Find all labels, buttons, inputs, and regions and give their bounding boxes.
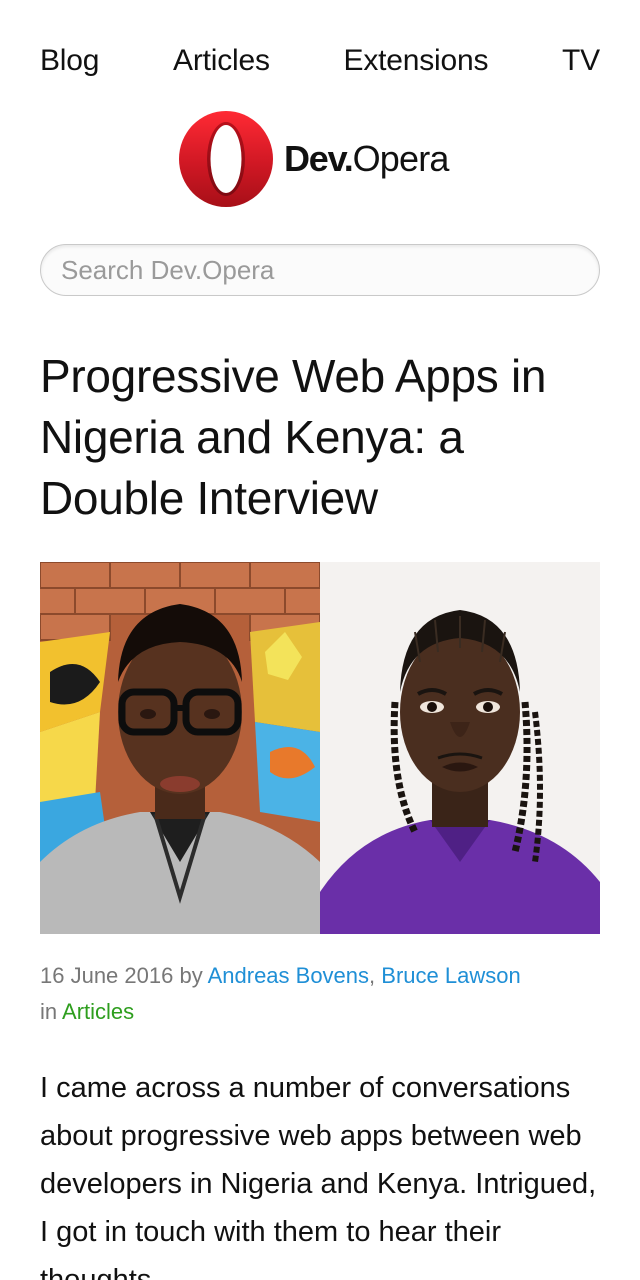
hero-image xyxy=(40,562,600,934)
logo-text-bold: Dev. xyxy=(284,138,354,179)
meta-by-text: by xyxy=(173,963,208,988)
nav-articles-link[interactable]: Articles xyxy=(173,44,270,78)
portrait-right-image xyxy=(320,562,600,934)
search-box xyxy=(40,244,600,296)
portrait-left-image xyxy=(40,562,320,934)
logo-text-regular: Opera xyxy=(352,138,450,179)
author-separator: , xyxy=(369,963,382,988)
article-intro-paragraph: I came across a number of conversations … xyxy=(40,1072,597,1280)
dev-opera-logo[interactable]: Dev.Opera xyxy=(178,110,449,208)
category-link-articles[interactable]: Articles xyxy=(62,999,134,1024)
article-meta: 16 June 2016 by Andreas Bovens, Bruce La… xyxy=(40,958,610,1030)
nav-tv-link[interactable]: TV xyxy=(562,44,600,78)
article-date: 16 June 2016 xyxy=(40,963,174,988)
logo-wordmark: Dev.Opera xyxy=(284,138,449,180)
opera-logo-icon xyxy=(179,111,273,207)
meta-in-text: in xyxy=(40,999,63,1024)
nav-extensions-link[interactable]: Extensions xyxy=(344,44,489,78)
nav-blog-link[interactable]: Blog xyxy=(40,44,99,78)
author-link-bruce-lawson[interactable]: Bruce Lawson xyxy=(381,963,520,988)
author-link-andreas-bovens[interactable]: Andreas Bovens xyxy=(208,963,369,988)
search-input[interactable] xyxy=(41,245,599,295)
main-nav: Blog Articles Extensions TV xyxy=(40,44,600,78)
article-title: Progressive Web Apps in Nigeria and Keny… xyxy=(40,350,547,524)
